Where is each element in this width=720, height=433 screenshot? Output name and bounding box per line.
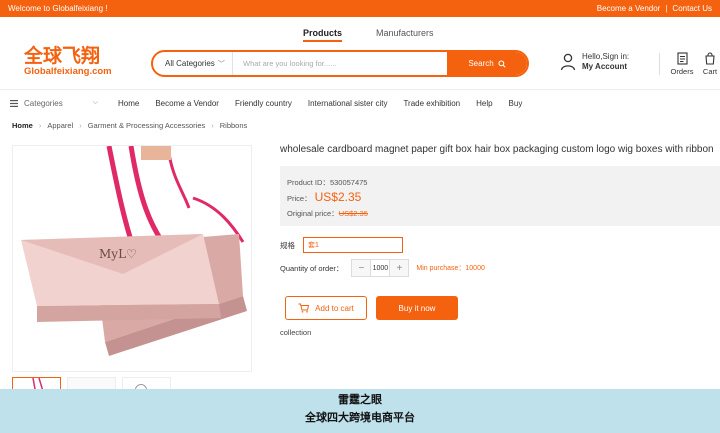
- quantity-stepper: − 1000 +: [351, 259, 410, 277]
- separator: |: [665, 4, 668, 13]
- my-account-text: My Account: [582, 62, 628, 71]
- price-row: Price： US$2.35: [287, 190, 720, 206]
- categories-menu[interactable]: Categories ⌵: [0, 99, 110, 108]
- cart-icon: [705, 52, 715, 65]
- site-logo[interactable]: 全球飞翔 Globalfeixiang.com: [24, 47, 124, 81]
- chevron-down-icon: ﹀: [217, 60, 225, 68]
- header-tabs: Products Manufacturers: [0, 28, 720, 44]
- cart-button[interactable]: Cart: [701, 52, 719, 76]
- price-label: Price：: [287, 194, 312, 203]
- tab-manufacturers[interactable]: Manufacturers: [376, 28, 434, 38]
- nav-item-help[interactable]: Help: [476, 99, 492, 108]
- nav-item-friendly-country[interactable]: Friendly country: [235, 99, 292, 108]
- price-box: Product ID：530057475 Price： US$2.35 Orig…: [280, 166, 720, 226]
- chevron-right-icon: ›: [211, 121, 214, 130]
- menu-icon: [10, 99, 18, 107]
- breadcrumb: Home › Apparel › Garment & Processing Ac…: [12, 121, 247, 130]
- breadcrumb-apparel[interactable]: Apparel: [47, 121, 73, 130]
- cart-icon: [298, 303, 310, 313]
- logo-cn: 全球飞翔: [24, 45, 101, 67]
- decrement-button[interactable]: −: [352, 260, 371, 276]
- become-vendor-link[interactable]: Become a Vendor: [597, 4, 661, 13]
- spec-label: 规格: [280, 240, 295, 250]
- main-nav: Categories ⌵ Home Become a Vendor Friend…: [0, 90, 720, 116]
- search-input[interactable]: [233, 52, 447, 75]
- nav-item-become-vendor[interactable]: Become a Vendor: [155, 99, 219, 108]
- buy-now-button[interactable]: Buy it now: [376, 296, 458, 320]
- product-id: 530057475: [329, 178, 368, 187]
- breadcrumb-garment[interactable]: Garment & Processing Accessories: [88, 121, 206, 130]
- nav-item-buy[interactable]: Buy: [509, 99, 523, 108]
- category-select[interactable]: All Categories ﹀: [153, 52, 233, 75]
- cart-label: Cart: [702, 67, 718, 76]
- add-to-cart-button[interactable]: Add to cart: [285, 296, 367, 320]
- categories-label: Categories: [24, 98, 63, 108]
- spec-row: 规格 套1: [280, 237, 403, 253]
- product-bag-brand: MyL♡: [99, 247, 137, 261]
- quantity-row: Quantity of order： − 1000 + Min purchase…: [280, 259, 485, 277]
- add-to-cart-label: Add to cart: [315, 303, 354, 313]
- original-price-value: US$2.35: [338, 209, 368, 218]
- divider: [659, 53, 660, 75]
- product-id-label: Product ID：: [287, 178, 330, 187]
- welcome-text: Welcome to Globalfeixiang !: [8, 4, 108, 13]
- orders-icon: [676, 52, 688, 65]
- breadcrumb-home[interactable]: Home: [12, 121, 33, 130]
- product-title: wholesale cardboard magnet paper gift bo…: [280, 144, 714, 155]
- chevron-down-icon: ⌵: [92, 99, 98, 106]
- price-value: US$2.35: [314, 190, 362, 204]
- collection-link[interactable]: collection: [280, 328, 311, 337]
- search-icon: [498, 59, 506, 68]
- chevron-right-icon: ›: [38, 121, 42, 130]
- search-button-label: Search: [468, 59, 494, 68]
- quantity-input[interactable]: 1000: [370, 260, 391, 276]
- logo-en: Globalfeixiang.com: [24, 66, 112, 77]
- category-select-label: All Categories: [165, 59, 215, 68]
- product-id-row: Product ID：530057475: [287, 175, 720, 190]
- spec-option[interactable]: 套1: [303, 237, 403, 253]
- contact-us-link[interactable]: Contact Us: [672, 4, 712, 13]
- orders-button[interactable]: Orders: [669, 52, 695, 76]
- quantity-label: Quantity of order：: [280, 263, 344, 273]
- nav-item-sister-city[interactable]: International sister city: [308, 99, 388, 108]
- increment-button[interactable]: +: [390, 260, 409, 276]
- tab-products[interactable]: Products: [303, 28, 343, 42]
- user-icon: [560, 53, 576, 71]
- product-main-image[interactable]: MyL♡: [12, 145, 252, 372]
- top-bar: Welcome to Globalfeixiang ! Become a Ven…: [0, 0, 720, 17]
- search-bar: All Categories ﹀ Search: [151, 50, 529, 77]
- original-price-label: Original price：: [287, 209, 339, 218]
- sign-in-text: Hello,Sign in:: [582, 52, 630, 61]
- min-purchase: Min purchase：10000: [416, 265, 485, 272]
- watermark-banner: 雷霆之眼 全球四大跨境电商平台: [0, 389, 720, 433]
- watermark-line1: 雷霆之眼: [338, 393, 382, 406]
- chevron-right-icon: ›: [79, 121, 82, 130]
- nav-item-home[interactable]: Home: [118, 99, 139, 108]
- original-price-row: Original price：US$2.35: [287, 206, 720, 221]
- search-button[interactable]: Search: [447, 52, 527, 75]
- watermark-line2: 全球四大跨境电商平台: [305, 411, 415, 424]
- nav-item-trade-exhibition[interactable]: Trade exhibition: [403, 99, 460, 108]
- breadcrumb-ribbons[interactable]: Ribbons: [220, 121, 248, 130]
- account-menu[interactable]: Hello,Sign in: My Account: [560, 52, 629, 72]
- orders-label: Orders: [670, 67, 694, 76]
